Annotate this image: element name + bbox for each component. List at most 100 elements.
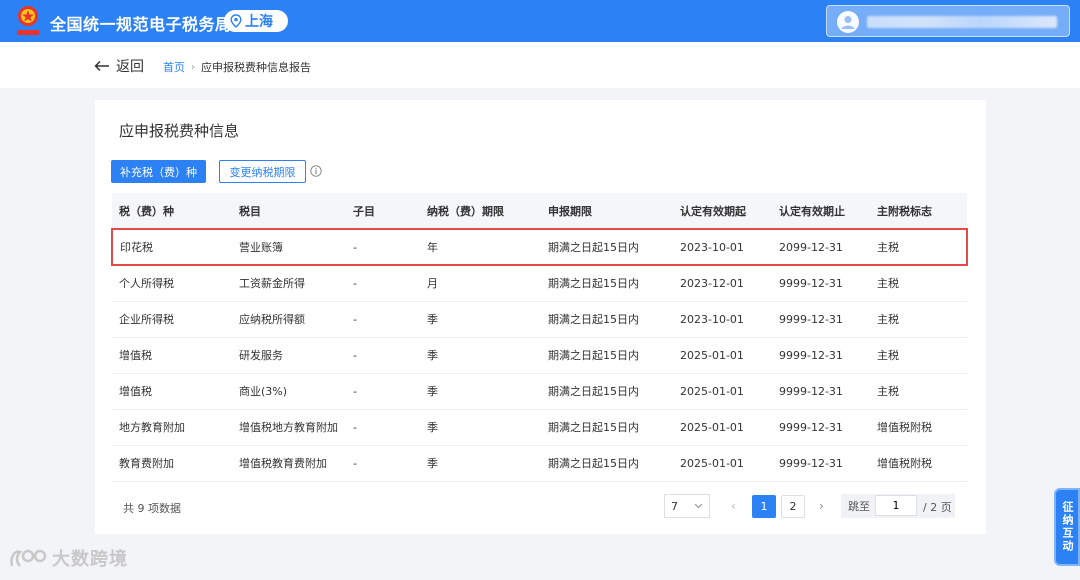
table-cell: 期满之日起15日内 — [541, 301, 673, 338]
table-cell: 研发服务 — [232, 337, 346, 374]
table-row[interactable]: 个人所得税 工资薪金所得 - 月 期满之日起15日内 2023-12-01 99… — [112, 265, 967, 302]
table-cell: 个人所得税 — [112, 265, 232, 302]
interaction-widget-button[interactable]: 征纳互动 — [1054, 488, 1080, 566]
table-cell: 期满之日起15日内 — [541, 337, 673, 374]
table-cell: 应纳税所得额 — [232, 301, 346, 338]
table-cell: - — [346, 228, 420, 266]
top-bar: 全国统一规范电子税务局 上海 — [0, 0, 1080, 42]
column-header-main-sub-flag: 主附税标志 — [870, 193, 967, 229]
prev-page-icon[interactable]: ‹ — [731, 499, 736, 513]
table-cell: 期满之日起15日内 — [541, 409, 673, 446]
page-button-2[interactable]: 2 — [781, 495, 805, 518]
supplement-tax-button[interactable]: 补充税（费）种 — [111, 160, 206, 183]
arrow-left-icon — [94, 60, 109, 72]
table-cell: 增值税附税 — [870, 409, 967, 446]
table-cell: 9999-12-31 — [772, 445, 870, 482]
table-cell: 期满之日起15日内 — [541, 265, 673, 302]
table-row[interactable]: 增值税 商业(3%) - 季 期满之日起15日内 2025-01-01 9999… — [112, 373, 967, 410]
table-cell: 增值税教育费附加 — [232, 445, 346, 482]
table-cell: 季 — [420, 301, 541, 338]
table-cell: 9999-12-31 — [772, 265, 870, 302]
table-cell: 教育费附加 — [112, 445, 232, 482]
table-row[interactable]: 地方教育附加 增值税地方教育附加 - 季 期满之日起15日内 2025-01-0… — [112, 409, 967, 446]
back-label: 返回 — [116, 59, 144, 75]
table-cell: 2025-01-01 — [673, 337, 772, 374]
breadcrumb-current: 应申报税费种信息报告 — [201, 61, 311, 74]
table-cell: 主税 — [870, 265, 967, 302]
info-icon[interactable] — [310, 165, 322, 177]
jump-suffix: / 2 页 — [923, 501, 952, 514]
next-page-icon[interactable]: › — [819, 499, 824, 513]
table-cell: - — [346, 265, 420, 302]
jump-page-input[interactable] — [875, 495, 917, 516]
table-cell: - — [346, 445, 420, 482]
region-selector[interactable]: 上海 — [224, 10, 288, 32]
table-row[interactable]: 增值税 研发服务 - 季 期满之日起15日内 2025-01-01 9999-1… — [112, 337, 967, 374]
tax-info-card: 应申报税费种信息 补充税（费）种 变更纳税期限 税（费）种 税目 子目 纳税（费… — [95, 100, 986, 534]
table-cell: 增值税 — [112, 337, 232, 374]
table-header-row: 税（费）种 税目 子目 纳税（费）期限 申报期限 认定有效期起 认定有效期止 主… — [112, 193, 967, 229]
table-cell: 2025-01-01 — [673, 445, 772, 482]
table-cell: 季 — [420, 373, 541, 410]
chevron-down-icon — [694, 503, 703, 509]
table-cell: - — [346, 301, 420, 338]
table-cell: 2025-01-01 — [673, 409, 772, 446]
table-cell: 年 — [420, 228, 541, 266]
table-cell: 工资薪金所得 — [232, 265, 346, 302]
table-cell: 2023-10-01 — [673, 301, 772, 338]
table-cell: 2025-01-01 — [673, 373, 772, 410]
location-pin-icon — [230, 14, 242, 28]
column-header-valid-from: 认定有效期起 — [673, 193, 772, 229]
breadcrumb-home[interactable]: 首页 — [163, 59, 185, 75]
table-cell: 主税 — [870, 337, 967, 374]
table-cell: 月 — [420, 265, 541, 302]
column-header-filing-deadline: 申报期限 — [541, 193, 673, 229]
table-row-highlighted[interactable]: 印花税 营业账簿 - 年 期满之日起15日内 2023-10-01 2099-1… — [111, 228, 968, 266]
sub-navigation-bar: 返回 首页 › 应申报税费种信息报告 — [0, 42, 1080, 88]
table-cell: 9999-12-31 — [772, 409, 870, 446]
table-cell: 增值税地方教育附加 — [232, 409, 346, 446]
user-avatar-icon — [837, 11, 859, 33]
table-cell: 增值税附税 — [870, 445, 967, 482]
tax-type-table: 税（费）种 税目 子目 纳税（费）期限 申报期限 认定有效期起 认定有效期止 主… — [111, 193, 968, 482]
page-button-1[interactable]: 1 — [752, 495, 776, 518]
table-cell: 主税 — [870, 228, 968, 266]
table-cell: 主税 — [870, 373, 967, 410]
column-header-sub-item: 子目 — [346, 193, 420, 229]
table-cell: 9999-12-31 — [772, 373, 870, 410]
table-cell: 2099-12-31 — [772, 228, 870, 266]
table-cell: 印花税 — [111, 228, 232, 266]
table-cell: 9999-12-31 — [772, 301, 870, 338]
table-cell: 2023-10-01 — [673, 228, 772, 266]
table-cell: 期满之日起15日内 — [541, 228, 673, 266]
table-row[interactable]: 企业所得税 应纳税所得额 - 季 期满之日起15日内 2023-10-01 99… — [112, 301, 967, 338]
breadcrumb-separator-icon: › — [191, 61, 195, 73]
table-cell: 季 — [420, 445, 541, 482]
page-size-select[interactable]: 7 — [664, 494, 710, 518]
watermark-logo-icon — [10, 549, 47, 567]
tax-emblem-icon — [17, 6, 39, 35]
table-cell: 期满之日起15日内 — [541, 373, 673, 410]
table-cell: 增值税 — [112, 373, 232, 410]
table-cell: - — [346, 337, 420, 374]
table-row[interactable]: 教育费附加 增值税教育费附加 - 季 期满之日起15日内 2025-01-01 … — [112, 445, 967, 482]
table-cell: 期满之日起15日内 — [541, 445, 673, 482]
table-cell: 企业所得税 — [112, 301, 232, 338]
page-title: 应申报税费种信息 — [119, 122, 240, 140]
user-account-box[interactable] — [826, 5, 1070, 37]
site-title: 全国统一规范电子税务局 — [50, 15, 232, 34]
table-cell: 季 — [420, 337, 541, 374]
back-button[interactable]: 返回 — [94, 56, 144, 76]
watermark: 大数跨境 — [8, 545, 128, 571]
table-cell: 2023-12-01 — [673, 265, 772, 302]
table-cell: 季 — [420, 409, 541, 446]
watermark-text: 大数跨境 — [52, 549, 128, 570]
column-header-tax-type: 税（费）种 — [112, 193, 232, 229]
table-cell: 9999-12-31 — [772, 337, 870, 374]
column-header-tax-item: 税目 — [232, 193, 346, 229]
total-count: 共 9 项数据 — [123, 502, 181, 515]
change-period-button[interactable]: 变更纳税期限 — [219, 160, 306, 183]
breadcrumb: 首页 › 应申报税费种信息报告 — [163, 59, 311, 75]
table-cell: - — [346, 409, 420, 446]
jump-label: 跳至 — [848, 500, 870, 513]
